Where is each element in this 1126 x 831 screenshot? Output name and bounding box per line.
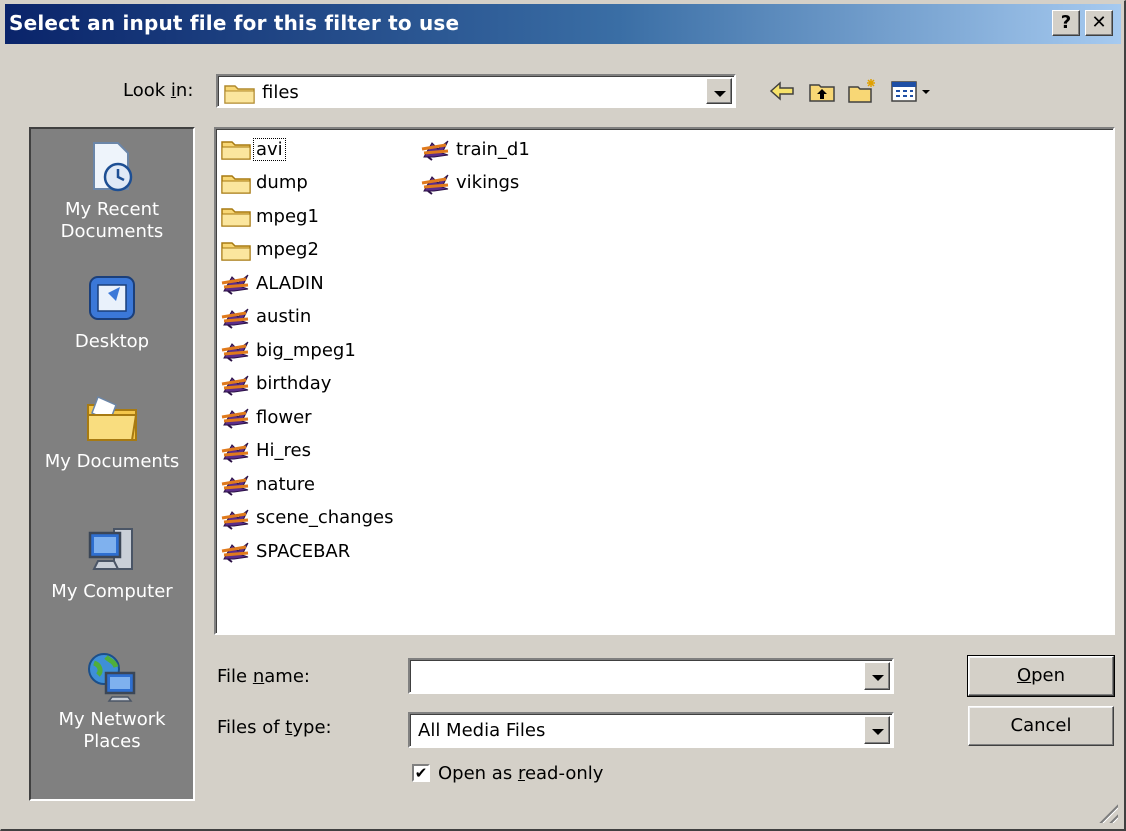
file-name-dropdown-button[interactable]	[864, 662, 890, 690]
desktop-icon	[89, 276, 135, 320]
open-button[interactable]: Open	[967, 655, 1115, 697]
place-my-documents[interactable]: My Documents	[31, 391, 193, 473]
file-name-text: dump	[256, 172, 308, 193]
file-name-text: scene_changes	[256, 507, 394, 528]
media-file-icon	[220, 305, 254, 329]
folder-icon	[220, 137, 254, 161]
folder-item[interactable]: dump	[220, 168, 310, 198]
look-in-value: files	[262, 82, 299, 103]
folder-item[interactable]: avi	[220, 134, 286, 164]
look-in-label: Look in:	[123, 80, 194, 101]
media-file-icon	[220, 271, 254, 295]
help-button[interactable]: ?	[1052, 10, 1080, 36]
dialog-title: Select an input file for this filter to …	[9, 11, 460, 35]
title-bar[interactable]: Select an input file for this filter to …	[5, 4, 1121, 44]
places-bar: My Recent Documents Desktop My Documents	[29, 127, 195, 801]
media-file-icon	[220, 439, 254, 463]
media-file-item[interactable]: nature	[220, 469, 317, 499]
file-list[interactable]: avi dump mpeg1 mpeg2 ALADIN austin big_mpeg1bi…	[214, 127, 1115, 635]
place-my-computer[interactable]: My Computer	[31, 521, 193, 603]
place-my-recent-documents[interactable]: My Recent Documents	[31, 139, 193, 243]
up-folder-icon[interactable]	[807, 77, 837, 105]
folder-item[interactable]: mpeg2	[220, 235, 321, 265]
media-file-item[interactable]: ALADIN	[220, 268, 326, 298]
look-in-dropdown-button[interactable]	[706, 78, 732, 104]
media-file-icon	[220, 472, 254, 496]
my-computer-icon	[88, 528, 133, 570]
media-file-item[interactable]: Hi_res	[220, 436, 313, 466]
file-name-text: austin	[256, 306, 312, 327]
new-folder-icon[interactable]	[847, 77, 877, 105]
help-icon: ?	[1060, 12, 1072, 33]
media-file-item[interactable]: train_d1	[420, 134, 532, 164]
place-my-network-places[interactable]: My Network Places	[31, 649, 193, 753]
folder-icon	[220, 204, 254, 228]
media-file-item[interactable]: vikings	[420, 168, 521, 198]
place-desktop[interactable]: Desktop	[31, 271, 193, 353]
media-file-item[interactable]: big_mpeg1	[220, 335, 358, 365]
recent-documents-icon	[93, 142, 133, 192]
media-file-icon	[220, 338, 254, 362]
folder-icon	[220, 171, 254, 195]
resize-grip[interactable]	[1096, 801, 1118, 823]
files-of-type-dropdown-button[interactable]	[864, 716, 890, 744]
close-icon: ✕	[1091, 12, 1107, 33]
folder-item[interactable]: mpeg1	[220, 201, 321, 231]
file-name-text: mpeg1	[256, 205, 319, 227]
media-file-icon	[220, 372, 254, 396]
file-name-text: SPACEBAR	[256, 540, 351, 562]
read-only-label[interactable]: Open as read-only	[438, 763, 603, 784]
file-name-text: nature	[256, 473, 315, 495]
network-places-icon	[88, 653, 136, 702]
media-file-item[interactable]: austin	[220, 302, 313, 332]
media-file-icon	[420, 171, 454, 195]
media-file-icon	[220, 506, 254, 530]
folder-icon	[224, 85, 255, 104]
back-arrow-icon[interactable]	[767, 77, 797, 105]
media-file-icon	[420, 137, 454, 161]
media-file-icon	[220, 405, 254, 429]
files-of-type-label: Files of type:	[217, 717, 332, 738]
media-file-item[interactable]: birthday	[220, 369, 333, 399]
file-name-text: avi	[253, 137, 286, 161]
read-only-checkbox[interactable]: ✔	[412, 764, 430, 782]
my-documents-icon	[87, 395, 138, 441]
file-name-text: mpeg2	[256, 239, 319, 260]
file-name-text: vikings	[456, 172, 520, 193]
file-name-label: File name:	[217, 666, 310, 687]
media-file-item[interactable]: flower	[220, 402, 314, 432]
file-open-dialog: Select an input file for this filter to …	[0, 0, 1126, 831]
view-menu-icon[interactable]	[889, 77, 933, 105]
file-name-text: flower	[256, 406, 312, 428]
file-name-text: big_mpeg1	[256, 339, 356, 361]
file-name-text: Hi_res	[256, 440, 311, 461]
media-file-icon	[220, 539, 254, 563]
files-of-type-value: All Media Files	[418, 720, 546, 741]
look-in-dropdown[interactable]: files	[216, 74, 736, 108]
file-name-text: ALADIN	[256, 272, 324, 294]
media-file-item[interactable]: scene_changes	[220, 503, 395, 533]
file-name-text: birthday	[256, 373, 332, 394]
file-name-text: train_d1	[456, 138, 530, 160]
file-name-input[interactable]	[408, 658, 894, 694]
cancel-button[interactable]: Cancel	[968, 706, 1114, 746]
media-file-item[interactable]: SPACEBAR	[220, 536, 352, 566]
folder-icon	[220, 238, 254, 262]
close-button[interactable]: ✕	[1085, 10, 1113, 36]
files-of-type-dropdown[interactable]: All Media Files	[408, 712, 894, 748]
checkmark-icon: ✔	[414, 764, 428, 782]
